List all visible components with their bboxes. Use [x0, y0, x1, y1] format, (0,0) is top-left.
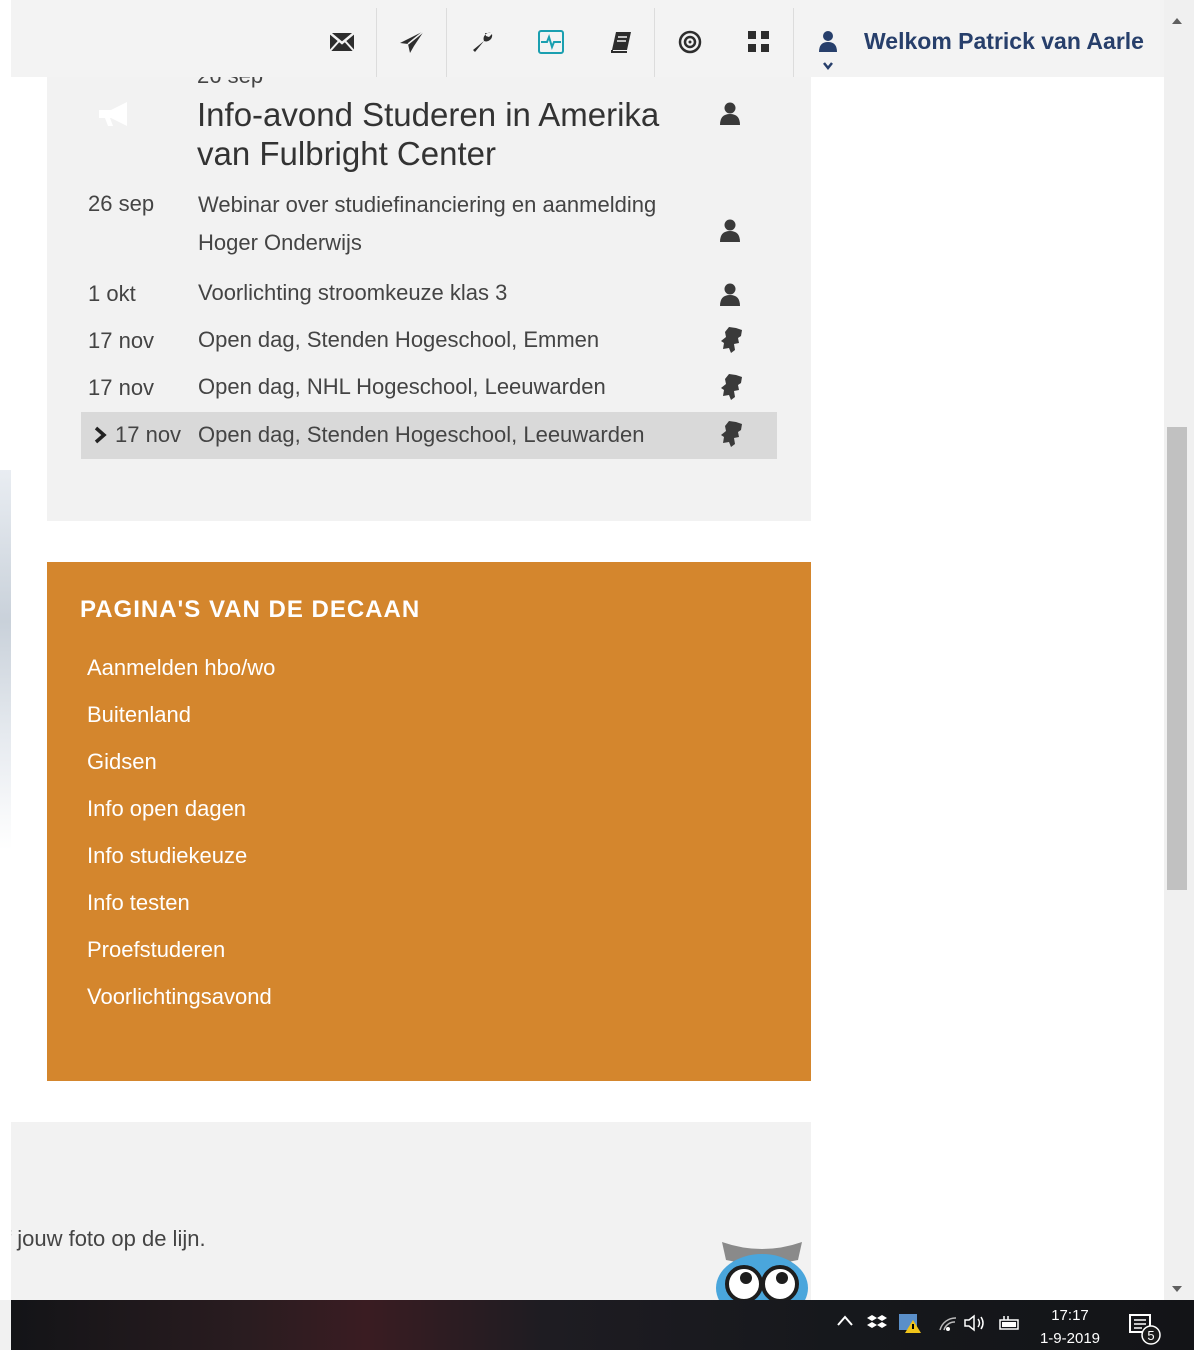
chevron-down-icon[interactable]	[822, 58, 834, 76]
toolbar-separator	[376, 8, 377, 77]
battery-icon[interactable]	[998, 1314, 1022, 1337]
tray-chevron-up-icon[interactable]	[836, 1314, 854, 1333]
clock-time: 17:17	[1051, 1307, 1089, 1324]
netherlands-map-icon	[719, 420, 743, 454]
events-panel: 26 sep Info-avond Studeren in Amerika va…	[47, 77, 811, 521]
welcome-user-link[interactable]: Welkom Patrick van Aarle	[864, 28, 1144, 55]
paper-plane-icon[interactable]	[399, 29, 425, 55]
dropbox-icon[interactable]	[867, 1314, 887, 1337]
event-row[interactable]: 26 sep Webinar over studiefinanciering e…	[81, 191, 777, 271]
event-title[interactable]: Webinar over studiefinanciering en aanme…	[198, 186, 698, 262]
grid-icon[interactable]	[746, 29, 772, 55]
decaan-links-list: Aanmelden hbo/wo Buitenland Gidsen Info …	[87, 652, 275, 1028]
event-title[interactable]: Open dag, Stenden Hogeschool, Leeuwarden	[198, 416, 698, 454]
panel-heading: PAGINA'S VAN DE DECAAN	[80, 596, 421, 623]
warning-app-icon[interactable]	[899, 1312, 923, 1339]
background-image-edge	[0, 470, 11, 850]
link-info-open-dagen[interactable]: Info open dagen	[87, 793, 275, 840]
link-buitenland[interactable]: Buitenland	[87, 699, 275, 746]
vertical-scrollbar[interactable]	[1164, 0, 1194, 1300]
book-icon[interactable]	[608, 29, 634, 55]
user-icon[interactable]	[818, 30, 838, 59]
event-date: 26 sep	[88, 191, 155, 216]
link-aanmelden[interactable]: Aanmelden hbo/wo	[87, 652, 275, 699]
featured-event-title[interactable]: Info-avond Studeren in Amerika van Fulbr…	[197, 95, 717, 173]
megaphone-icon	[97, 101, 133, 132]
footer-text: f jouw foto op de lijn.	[11, 1226, 206, 1251]
chevron-right-icon	[93, 424, 107, 450]
scroll-down-arrow-icon[interactable]	[1171, 1280, 1183, 1298]
volume-icon[interactable]	[964, 1314, 988, 1337]
person-icon	[719, 219, 741, 249]
wrench-icon[interactable]	[469, 29, 495, 55]
event-row[interactable]: 17 nov Open dag, Stenden Hogeschool, Emm…	[81, 326, 777, 366]
notification-count: 5	[1147, 1328, 1154, 1343]
toolbar-separator	[446, 8, 447, 77]
netherlands-map-icon	[719, 373, 743, 407]
toolbar-separator	[654, 8, 655, 77]
person-icon	[719, 102, 741, 131]
event-date: 17 nov	[88, 328, 155, 353]
event-title[interactable]: Voorlichting stroomkeuze klas 3	[198, 274, 698, 312]
decaan-pages-panel: PAGINA'S VAN DE DECAAN Aanmelden hbo/wo …	[47, 562, 811, 1081]
event-date: 17 nov	[88, 375, 155, 400]
owl-mascot-icon	[714, 1238, 810, 1300]
link-voorlichtingsavond[interactable]: Voorlichtingsavond	[87, 981, 275, 1028]
event-date: 1 okt	[88, 281, 136, 306]
heartbeat-icon[interactable]	[538, 29, 564, 55]
person-icon	[719, 283, 741, 313]
event-row[interactable]: 17 nov Open dag, NHL Hogeschool, Leeuwar…	[81, 373, 777, 413]
event-date: 26 sep	[197, 77, 263, 89]
scroll-up-arrow-icon[interactable]	[1171, 12, 1183, 30]
envelope-icon[interactable]	[329, 29, 355, 55]
link-gidsen[interactable]: Gidsen	[87, 746, 275, 793]
event-title[interactable]: Open dag, Stenden Hogeschool, Emmen	[198, 321, 698, 359]
toolbar-separator	[793, 8, 794, 77]
target-icon[interactable]	[677, 29, 703, 55]
link-proefstuderen[interactable]: Proefstuderen	[87, 934, 275, 981]
netherlands-map-icon	[719, 326, 743, 360]
taskbar-clock[interactable]: 17:17 1-9-2019	[1032, 1304, 1108, 1350]
event-row[interactable]: 1 okt Voorlichting stroomkeuze klas 3	[81, 280, 777, 319]
event-date: 17 nov	[115, 422, 182, 447]
link-info-testen[interactable]: Info testen	[87, 887, 275, 934]
wifi-icon[interactable]	[938, 1314, 958, 1337]
event-row-active[interactable]: 17 nov Open dag, Stenden Hogeschool, Lee…	[81, 412, 777, 459]
link-info-studiekeuze[interactable]: Info studiekeuze	[87, 840, 275, 887]
event-title[interactable]: Open dag, NHL Hogeschool, Leeuwarden	[198, 368, 698, 406]
footer-panel: f jouw foto op de lijn.	[11, 1122, 811, 1300]
clock-date: 1-9-2019	[1039, 1330, 1101, 1347]
notification-center-icon[interactable]: 5	[1129, 1313, 1163, 1350]
scrollbar-thumb[interactable]	[1167, 427, 1187, 890]
